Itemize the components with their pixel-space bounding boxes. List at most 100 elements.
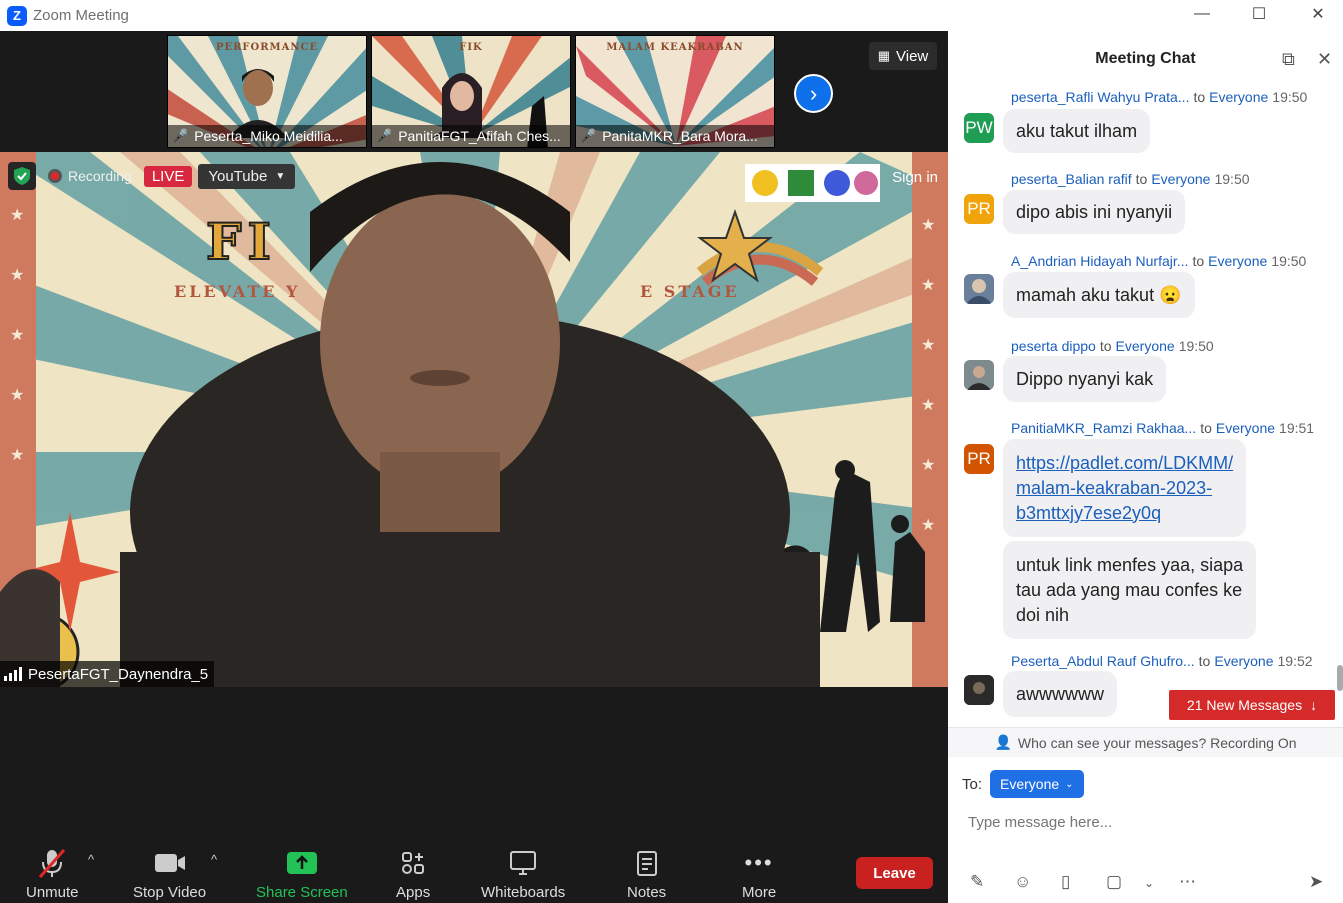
recipient-name: Everyone (1115, 338, 1175, 354)
chevron-down-icon[interactable]: ⌄ (1144, 876, 1154, 890)
more-button[interactable]: ••• More (742, 846, 776, 901)
avatar: PR (964, 194, 994, 224)
participant-thumbnail[interactable]: MALAM KEAKRABAN 🎤 PanitaMKR_Bara Mora... (575, 35, 775, 148)
speaker-video-frame: ★ ★ ★ ★ ★ ★ ★ ★ ★ ★ ★ (0, 152, 948, 687)
recipient-dropdown[interactable]: Everyone ⌄ (990, 770, 1084, 798)
security-shield-icon[interactable] (8, 162, 36, 190)
svg-text:★: ★ (921, 275, 935, 294)
pop-out-icon[interactable]: ⧉ (1282, 49, 1295, 70)
svg-text:★: ★ (921, 515, 935, 534)
thumbnail-name-label: 🎤 PanitiaFGT_Afifah Ches... (372, 125, 570, 147)
background-title: FI (205, 211, 277, 272)
to-word: to (1200, 420, 1212, 436)
view-button[interactable]: ▦ View (869, 42, 937, 70)
stop-video-button[interactable]: Stop Video (133, 846, 206, 901)
stop-video-label: Stop Video (133, 884, 207, 901)
unmute-button[interactable]: Unmute (26, 846, 79, 901)
chat-message-input[interactable] (968, 814, 1318, 831)
speaker-name-label: PesertaFGT_Daynendra_5 (0, 661, 215, 687)
leave-button[interactable]: Leave (856, 857, 933, 889)
recipient-row: To: Everyone ⌄ (962, 770, 1084, 798)
screenshot-icon[interactable]: ▢ (1106, 872, 1122, 892)
avatar (964, 675, 994, 705)
sender-name[interactable]: peserta dippo (1011, 338, 1096, 354)
people-lock-icon: 👤 (994, 734, 1012, 750)
participant-thumbnail[interactable]: PERFORMANCE 🎤 Peserta_Miko Meidilia... (167, 35, 367, 148)
apps-label: Apps (396, 884, 431, 901)
share-screen-icon (286, 852, 317, 874)
apps-button[interactable]: Apps (396, 846, 430, 901)
emoji-icon[interactable]: ☺ (1014, 872, 1031, 892)
shield-icon (14, 167, 30, 185)
participant-thumbnail[interactable]: FIK 🎤 PanitiaFGT_Afifah Ches... (371, 35, 571, 148)
padlet-link-line[interactable]: https://padlet.com/LDKMM/ (1016, 451, 1233, 476)
sender-name[interactable]: peserta_Balian rafif (1011, 171, 1132, 187)
message-link-bubble: https://padlet.com/LDKMM/ malam-keakraba… (1003, 439, 1247, 537)
youtube-stream-dropdown[interactable]: YouTube ▼ (198, 163, 296, 189)
message-bubble: mamah aku takut 😦 (1003, 272, 1195, 318)
caret-down-icon: ▼ (275, 170, 286, 182)
recording-label: Recording (68, 168, 132, 184)
svg-text:★: ★ (921, 335, 935, 354)
thumbnail-banner: FIK (459, 42, 483, 53)
frowning-face-icon: 😦 (1159, 284, 1182, 305)
participant-name: PanitaMKR_Bara Mora... (602, 128, 758, 144)
to-word: to (1135, 171, 1148, 187)
padlet-link-line[interactable]: b3mttxjy7ese2y0q (1016, 501, 1161, 526)
file-icon[interactable]: ▯ (1061, 872, 1070, 892)
chat-message-list[interactable]: peserta_Rafli Wahyu Prata... to Everyone 19… (948, 87, 1343, 727)
message-text-line: tau ada yang mau confes ke (1016, 579, 1243, 600)
sender-name[interactable]: Peserta_Abdul Rauf Ghufro... (1011, 653, 1195, 669)
send-icon[interactable]: ➤ (1309, 872, 1323, 892)
to-word: to (1099, 338, 1112, 354)
avatar: PW (964, 113, 994, 143)
whiteboards-button[interactable]: Whiteboards (481, 846, 565, 901)
unmute-label: Unmute (26, 884, 79, 901)
youtube-label: YouTube (208, 167, 268, 185)
to-word: to (1193, 89, 1206, 105)
to-word: to (1198, 653, 1211, 669)
to-label: To: (962, 775, 983, 793)
message-header: PanitiaMKR_Ramzi Rakhaa... to Everyone 19:5… (1011, 420, 1314, 436)
ellipsis-icon: ••• (744, 850, 774, 875)
svg-text:★: ★ (10, 325, 24, 344)
meeting-toolbar: Unmute ^ Stop Video ^ Share Screen Apps … (0, 840, 948, 903)
format-text-icon[interactable]: ✎ (970, 872, 984, 892)
sender-name[interactable]: peserta_Rafli Wahyu Prata... (1011, 89, 1189, 105)
message-text: mamah aku takut (1016, 284, 1155, 305)
participant-name: PanitiaFGT_Afifah Ches... (398, 128, 561, 144)
speaker-name: PesertaFGT_Daynendra_5 (28, 665, 209, 683)
next-page-button[interactable]: › (794, 74, 833, 113)
signal-bars-icon (4, 667, 22, 681)
more-options-icon[interactable]: ⋯ (1179, 872, 1196, 892)
recipient-name: Everyone (1214, 653, 1274, 669)
svg-text:★: ★ (10, 265, 24, 284)
close-chat-icon[interactable]: ✕ (1317, 49, 1332, 70)
sign-in-link[interactable]: Sign in (892, 169, 938, 186)
maximize-button[interactable]: ☐ (1231, 0, 1287, 28)
svg-text:★: ★ (10, 205, 24, 224)
chat-scrollbar[interactable] (1337, 665, 1343, 691)
meeting-status-bar: Recording LIVE YouTube ▼ (8, 162, 296, 190)
view-label: View (896, 47, 929, 65)
share-screen-button[interactable]: Share Screen (256, 846, 348, 901)
sender-name[interactable]: PanitiaMKR_Ramzi Rakhaa... (1011, 420, 1196, 436)
avatar: PR (964, 444, 994, 474)
svg-text:★: ★ (921, 215, 935, 234)
video-options-caret-icon[interactable]: ^ (211, 852, 217, 867)
minimize-button[interactable]: — (1174, 0, 1230, 28)
thumbnail-banner: PERFORMANCE (215, 42, 319, 53)
sender-name[interactable]: A_Andrian Hidayah Nurfajr... (1011, 253, 1188, 269)
message-bubble: untuk link menfes yaa, siapa tau ada yan… (1003, 541, 1257, 639)
message-header: peserta_Rafli Wahyu Prata... to Everyone 19… (1011, 89, 1307, 105)
message-visibility-notice[interactable]: 👤 Who can see your messages? Recording O… (948, 727, 1343, 757)
audio-options-caret-icon[interactable]: ^ (88, 852, 94, 867)
close-window-button[interactable]: ✕ (1290, 0, 1343, 28)
padlet-link-line[interactable]: malam-keakraban-2023- (1016, 476, 1212, 501)
notes-button[interactable]: Notes (627, 846, 666, 901)
new-messages-button[interactable]: 21 New Messages ↓ (1169, 690, 1335, 720)
recording-indicator[interactable]: Recording (42, 162, 138, 190)
grid-icon: ▦ (877, 48, 891, 63)
message-bubble: dipo abis ini nyanyii (1003, 190, 1186, 234)
svg-text:★: ★ (10, 445, 24, 464)
